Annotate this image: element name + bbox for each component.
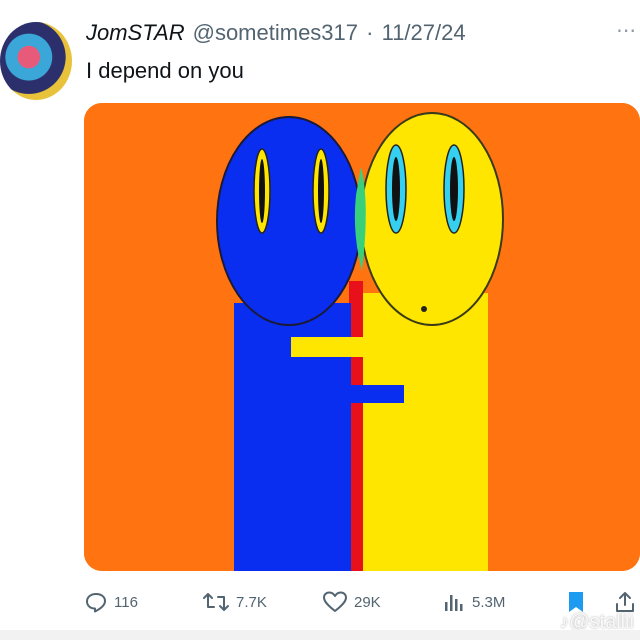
bookmark-button[interactable] (566, 584, 592, 620)
yellow-arm (291, 337, 381, 357)
blue-head (216, 116, 362, 326)
views-chart-icon (445, 595, 463, 611)
bookmark-icon (569, 592, 583, 612)
post-date[interactable]: 11/27/24 (382, 20, 466, 45)
share-icon (616, 592, 634, 612)
header-separator: · (366, 20, 374, 45)
blue-right-pupil (318, 159, 324, 223)
yellow-right-pupil (450, 157, 458, 221)
views-count: 5.3M (472, 593, 506, 611)
author-handle[interactable]: @sometimes317 (193, 20, 358, 45)
blue-left-pupil (259, 159, 265, 223)
yellow-figure-body (360, 293, 488, 571)
yellow-head (360, 112, 504, 326)
share-button[interactable] (614, 584, 640, 620)
like-button[interactable]: 29K (322, 584, 381, 620)
heart-icon (323, 591, 347, 612)
blue-arm (346, 385, 404, 403)
like-count: 29K (354, 593, 381, 611)
tweet-header: JomSTAR @sometimes317 · 11/27/24 (86, 18, 466, 48)
views-button[interactable]: 5.3M (442, 584, 505, 620)
yellow-mouth (421, 306, 427, 312)
author-name[interactable]: JomSTAR (86, 20, 185, 45)
repost-button[interactable]: 7.7K (202, 584, 267, 620)
reply-icon (86, 593, 106, 613)
repost-count: 7.7K (236, 593, 267, 611)
reply-button[interactable]: 116 (84, 584, 138, 620)
repost-icon (203, 593, 229, 611)
bottom-divider (0, 630, 640, 640)
more-options-icon[interactable]: ⋯ (616, 18, 636, 43)
reply-count: 116 (114, 593, 138, 611)
red-gap (349, 281, 363, 571)
tweet-text: I depend on you (86, 58, 244, 83)
tweet-media-image[interactable] (84, 103, 640, 571)
hugging-figures-illustration (84, 103, 640, 571)
tweet-actions: 116 7.7K 29K 5.3M (84, 584, 640, 620)
yellow-left-pupil (392, 157, 400, 221)
avatar[interactable] (0, 22, 72, 100)
